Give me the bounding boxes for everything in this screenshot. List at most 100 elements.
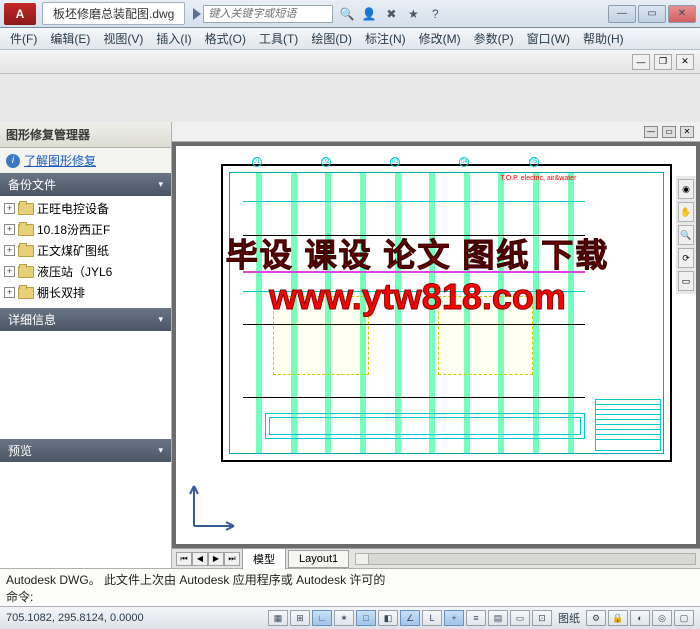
menu-dimension[interactable]: 标注(N) (359, 28, 412, 49)
layout-tabs: ⏮ ◀ ▶ ⏭ 模型 Layout1 (172, 548, 700, 568)
polar-toggle[interactable]: ✶ (334, 610, 354, 626)
3dosnap-toggle[interactable]: ◧ (378, 610, 398, 626)
ducs-toggle[interactable]: L (422, 610, 442, 626)
tree-item[interactable]: +10.18汾西正F (0, 219, 171, 240)
expander-icon[interactable]: + (4, 245, 15, 256)
backup-tree: + 正旺电控设备 +10.18汾西正F + 正文煤矿图纸 +液压站（JYL6 + 棚长… (0, 196, 171, 308)
tree-item[interactable]: +液压站（JYL6 (0, 261, 171, 282)
details-body (0, 331, 171, 439)
lwt-toggle[interactable]: ≡ (466, 610, 486, 626)
tree-label: 棚长双排 (37, 284, 85, 301)
drawing-viewport[interactable]: 0102 0304 05 T.O.P. electric, air&wate (176, 146, 696, 544)
menu-edit[interactable]: 编辑(E) (44, 28, 96, 49)
help-icon[interactable]: ? (427, 6, 443, 22)
coordinates-readout[interactable]: 705.1082, 295.8124, 0.0000 (6, 612, 176, 624)
favorite-icon[interactable]: ★ (405, 6, 421, 22)
learn-recovery-link[interactable]: 了解图形修复 (24, 152, 96, 169)
zoom-button[interactable]: 🔍 (678, 225, 694, 245)
folder-icon (18, 203, 34, 215)
signin-icon[interactable]: 👤 (361, 6, 377, 22)
menu-view[interactable]: 视图(V) (97, 28, 149, 49)
details-label: 详细信息 (8, 311, 56, 328)
canvas-close-button[interactable]: ✕ (680, 126, 694, 138)
dyn-toggle[interactable]: + (444, 610, 464, 626)
tab-prev-button[interactable]: ◀ (192, 552, 208, 566)
tree-label: 10.18汾西正F (37, 221, 110, 238)
menu-help[interactable]: 帮助(H) (577, 28, 630, 49)
tree-item[interactable]: + 正文煤矿图纸 (0, 240, 171, 261)
menu-insert[interactable]: 插入(I) (150, 28, 197, 49)
menu-format[interactable]: 格式(O) (199, 28, 252, 49)
lock-ui-button[interactable]: 🔒 (608, 610, 628, 626)
canvas-min-button[interactable]: — (644, 126, 658, 138)
cmd-history-line: Autodesk DWG。 此文件上次由 Autodesk 应用程序或 Auto… (6, 571, 694, 588)
close-button[interactable]: ✕ (668, 5, 696, 23)
expander-icon[interactable]: + (4, 224, 15, 235)
tab-next-button[interactable]: ▶ (208, 552, 224, 566)
orbit-button[interactable]: ⟳ (678, 248, 694, 268)
qp-toggle[interactable]: ▭ (510, 610, 530, 626)
details-header[interactable]: 详细信息 ▾ (0, 308, 171, 331)
document-tab[interactable]: 板坯修磨总装配图.dwg (42, 2, 185, 25)
tree-item[interactable]: + 正旺电控设备 (0, 198, 171, 219)
panel-title: 图形修复管理器 (0, 122, 171, 148)
collapse-icon: ▾ (158, 445, 163, 456)
showmotion-button[interactable]: ▭ (678, 271, 694, 291)
command-line[interactable]: Autodesk DWG。 此文件上次由 Autodesk 应用程序或 Auto… (0, 568, 700, 606)
elevation-strip (265, 413, 585, 439)
canvas-window-controls: — ▭ ✕ (172, 122, 700, 142)
menu-window[interactable]: 窗口(W) (521, 28, 576, 49)
tpy-toggle[interactable]: ▤ (488, 610, 508, 626)
doc-close-button[interactable]: ✕ (676, 54, 694, 70)
menu-file[interactable]: 件(F) (4, 28, 43, 49)
expander-icon[interactable]: + (4, 287, 15, 298)
tab-layout1[interactable]: Layout1 (288, 550, 349, 568)
drawing-annotation: T.O.P. electric, air&water (500, 175, 576, 182)
ortho-toggle[interactable]: ∟ (312, 610, 332, 626)
tab-last-button[interactable]: ⏭ (224, 552, 240, 566)
pan-button[interactable]: ✋ (678, 202, 694, 222)
tree-label: 正旺电控设备 (37, 200, 109, 217)
maximize-button[interactable]: ▭ (638, 5, 666, 23)
doc-restore-button[interactable]: ❐ (654, 54, 672, 70)
exchange-icon[interactable]: ✖ (383, 6, 399, 22)
tree-item[interactable]: + 棚长双排 (0, 282, 171, 303)
tab-scrollbar[interactable] (355, 553, 696, 565)
backup-files-header[interactable]: 备份文件 ▾ (0, 173, 171, 196)
sc-toggle[interactable]: ⊡ (532, 610, 552, 626)
hardware-accel-button[interactable]: ◐ (630, 610, 650, 626)
tab-model[interactable]: 模型 (242, 548, 286, 570)
canvas-max-button[interactable]: ▭ (662, 126, 676, 138)
isolate-button[interactable]: ◎ (652, 610, 672, 626)
clean-screen-button[interactable]: ▢ (674, 610, 694, 626)
nav-bar: ◉ ✋ 🔍 ⟳ ▭ (676, 176, 696, 294)
search-icon[interactable]: 🔍 (339, 6, 355, 22)
menu-draw[interactable]: 绘图(D) (305, 28, 358, 49)
drawing-border: 0102 0304 05 T.O.P. electric, air&wate (221, 164, 672, 462)
drawing-frame: 0102 0304 05 T.O.P. electric, air&wate (229, 172, 664, 454)
doc-minimize-button[interactable]: — (632, 54, 650, 70)
preview-body (0, 462, 171, 568)
status-bar: 705.1082, 295.8124, 0.0000 ▦ ⊞ ∟ ✶ □ ◧ ∠… (0, 606, 700, 629)
otrack-toggle[interactable]: ∠ (400, 610, 420, 626)
preview-header[interactable]: 预览 ▾ (0, 439, 171, 462)
expander-icon[interactable]: + (4, 266, 15, 277)
ribbon-spacer (0, 74, 700, 122)
workspace-button[interactable]: ⚙ (586, 610, 606, 626)
title-block (595, 399, 661, 451)
search-input[interactable] (203, 5, 333, 23)
menu-parametric[interactable]: 参数(P) (468, 28, 520, 49)
model-paper-toggle[interactable]: 图纸 (554, 610, 584, 626)
menu-tools[interactable]: 工具(T) (253, 28, 304, 49)
snap-toggle[interactable]: ▦ (268, 610, 288, 626)
menu-modify[interactable]: 修改(M) (413, 28, 467, 49)
grid-toggle[interactable]: ⊞ (290, 610, 310, 626)
tree-label: 正文煤矿图纸 (37, 242, 109, 259)
minimize-button[interactable]: — (608, 5, 636, 23)
expander-icon[interactable]: + (4, 203, 15, 214)
app-logo-icon[interactable]: A (4, 3, 36, 25)
collapse-icon: ▾ (158, 314, 163, 325)
osnap-toggle[interactable]: □ (356, 610, 376, 626)
nav-wheel-button[interactable]: ◉ (678, 179, 694, 199)
tab-first-button[interactable]: ⏮ (176, 552, 192, 566)
